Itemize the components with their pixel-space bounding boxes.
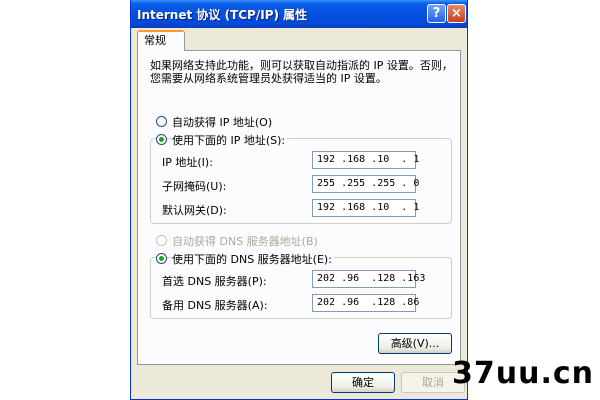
radio-auto-dns[interactable] (156, 235, 167, 246)
auto-dns-label[interactable]: 自动获得 DNS 服务器地址(B) (172, 233, 318, 249)
ip-address-input[interactable]: 192 .168 .10 . 1 (312, 151, 419, 169)
description-line-2: 您需要从网络系统管理员处获得适当的 IP 设置。 (150, 72, 387, 85)
radio-auto-ip[interactable] (156, 116, 167, 127)
tcpip-properties-dialog: Internet 协议 (TCP/IP) 属性 ? × 常规 如果网络支持此功能… (130, 0, 468, 400)
subnet-mask-input[interactable]: 255 .255 .255 . 0 (312, 175, 419, 193)
description-line-1: 如果网络支持此功能，则可以获取自动指派的 IP 设置。否则， (150, 59, 453, 72)
help-icon[interactable]: ? (427, 4, 446, 23)
manual-dns-label[interactable]: 使用下面的 DNS 服务器地址(E): (172, 251, 334, 267)
advanced-button[interactable]: 高级(V)... (378, 333, 452, 354)
ok-button[interactable]: 确定 (331, 372, 395, 393)
manual-ip-label[interactable]: 使用下面的 IP 地址(S): (172, 132, 288, 148)
watermark-logo: 37uu.cn (452, 356, 594, 391)
alternate-dns-input[interactable]: 202 .96 .128 .86 (312, 294, 419, 312)
preferred-dns-label: 首选 DNS 服务器(P): (162, 275, 267, 288)
ip-address-label: IP 地址(I): (162, 156, 213, 169)
radio-manual-dns[interactable] (156, 253, 167, 264)
window-title: Internet 协议 (TCP/IP) 属性 (137, 8, 308, 22)
preferred-dns-input[interactable]: 202 .96 .128 .163 (312, 270, 425, 288)
auto-ip-label[interactable]: 自动获得 IP 地址(O) (172, 114, 272, 130)
default-gateway-input[interactable]: 192 .168 .10 . 1 (312, 199, 419, 217)
default-gateway-label: 默认网关(D): (162, 204, 227, 217)
general-panel: 如果网络支持此功能，则可以获取自动指派的 IP 设置。否则， 您需要从网络系统管… (137, 50, 461, 365)
close-icon[interactable]: × (447, 4, 466, 23)
description-text: 如果网络支持此功能，则可以获取自动指派的 IP 设置。否则， 您需要从网络系统管… (150, 59, 453, 85)
title-bar: Internet 协议 (TCP/IP) 属性 ? × (131, 0, 467, 28)
radio-manual-ip[interactable] (156, 134, 167, 145)
subnet-mask-label: 子网掩码(U): (162, 180, 227, 193)
alternate-dns-label: 备用 DNS 服务器(A): (162, 299, 268, 312)
tab-general[interactable]: 常规 (137, 30, 185, 51)
